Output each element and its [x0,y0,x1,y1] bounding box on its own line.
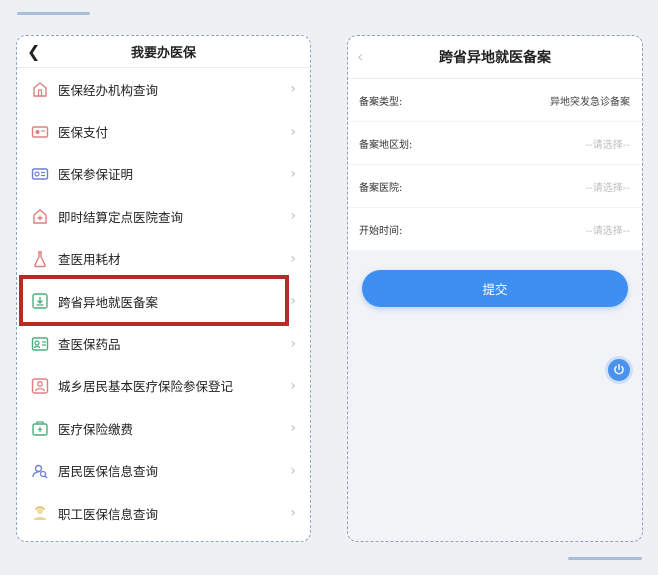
menu-item[interactable]: 医保经办机构查询 › [17,68,310,110]
filing-form: 备案类型: 异地突发急诊备案 备案地区划: --请选择-- 备案医院: --请选… [348,79,642,250]
menu-item[interactable]: 医疗保险缴费 › [17,407,310,449]
menu-item-label: 即时结算定点医院查询 [58,209,184,225]
menu-item-label: 医保经办机构查询 [58,82,159,98]
right-phone-screen: ‹ 跨省异地就医备案 备案类型: 异地突发急诊备案 备案地区划: --请选择--… [347,35,643,542]
menu-item-label: 城乡居民基本医疗保险参保登记 [58,379,234,395]
left-header: ❮ 我要办医保 [17,36,310,68]
form-row-filing-region[interactable]: 备案地区划: --请选择-- [348,122,642,165]
right-header: ‹ 跨省异地就医备案 [348,36,642,79]
form-row-start-time[interactable]: 开始时间: --请选择-- [348,208,642,250]
menu-item[interactable]: 居民医保信息查询 › [17,450,310,492]
menu-item[interactable]: 查医保药品 › [17,322,310,364]
submit-button[interactable]: 提交 [362,270,628,307]
chevron-right-icon: › [290,165,296,182]
card-icon [31,123,49,141]
pill-icon [31,335,49,353]
menu-item[interactable]: 职工医保信息查询 › [17,492,310,534]
menu-item-label: 跨省异地就医备案 [58,294,159,310]
decorative-line-bottom [568,557,642,560]
filing-hospital-label: 备案医院: [359,182,403,194]
menu-item-label: 医疗保险缴费 [58,421,134,437]
id-card-icon [31,165,49,183]
chevron-right-icon: › [290,505,296,522]
filing-type-label: 备案类型: [359,96,403,108]
menu-item-label: 医保参保证明 [58,167,134,183]
start-time-select[interactable]: --请选择-- [586,222,630,237]
filing-type-value[interactable]: 异地突发急诊备案 [550,93,630,108]
back-arrow-icon[interactable]: ‹ [357,49,363,65]
menu-item[interactable]: 医保参保证明 › [17,153,310,195]
chevron-right-icon: › [290,250,296,267]
chevron-right-icon: › [290,462,296,479]
person-icon [31,377,49,395]
chevron-right-icon: › [290,123,296,140]
menu-item[interactable]: 城乡居民基本医疗保险参保登记 › [17,365,310,407]
power-icon [614,364,624,375]
chevron-right-icon: › [290,377,296,394]
menu-item[interactable]: 查医用耗材 › [17,238,310,280]
menu-item-label: 查医保药品 [58,337,121,353]
flask-icon [31,250,49,268]
user-search-icon [31,462,49,480]
chevron-right-icon: › [290,335,296,352]
chevron-right-icon: › [290,420,296,437]
service-menu-list: 医保经办机构查询 › 医保支付 › 医保参保证明 › 即时结算定点医院查询 › 查医用耗材 › 跨省… [17,68,310,534]
worker-icon [31,504,49,522]
menu-item-label: 居民医保信息查询 [58,464,159,480]
menu-item-label: 查医用耗材 [58,252,121,268]
chevron-right-icon: › [290,293,296,310]
menu-item-label: 职工医保信息查询 [58,506,159,522]
decorative-line-top [17,12,90,15]
chevron-right-icon: › [290,208,296,225]
start-time-label: 开始时间: [359,225,403,237]
building-icon [31,80,49,98]
menu-item[interactable]: 即时结算定点医院查询 › [17,195,310,237]
right-page-title: 跨省异地就医备案 [439,50,551,66]
form-row-filing-type[interactable]: 备案类型: 异地突发急诊备案 [348,79,642,122]
power-fab-button[interactable] [605,356,633,384]
menu-item-label: 医保支付 [58,125,109,141]
wallet-icon [31,419,49,437]
left-phone-screen: ❮ 我要办医保 医保经办机构查询 › 医保支付 › 医保参保证明 › 即时结算定点医院查询 ›… [16,35,311,542]
form-row-filing-hospital[interactable]: 备案医院: --请选择-- [348,165,642,208]
record-icon [31,292,49,310]
filing-region-select[interactable]: --请选择-- [586,136,630,151]
menu-item[interactable]: 医保支付 › [17,110,310,152]
menu-item[interactable]: 跨省异地就医备案 › [17,280,310,322]
filing-region-label: 备案地区划: [359,139,413,151]
hospital-icon [31,207,49,225]
chevron-right-icon: › [290,81,296,98]
back-arrow-icon[interactable]: ❮ [27,43,40,60]
filing-hospital-select[interactable]: --请选择-- [586,179,630,194]
left-page-title: 我要办医保 [130,46,196,61]
